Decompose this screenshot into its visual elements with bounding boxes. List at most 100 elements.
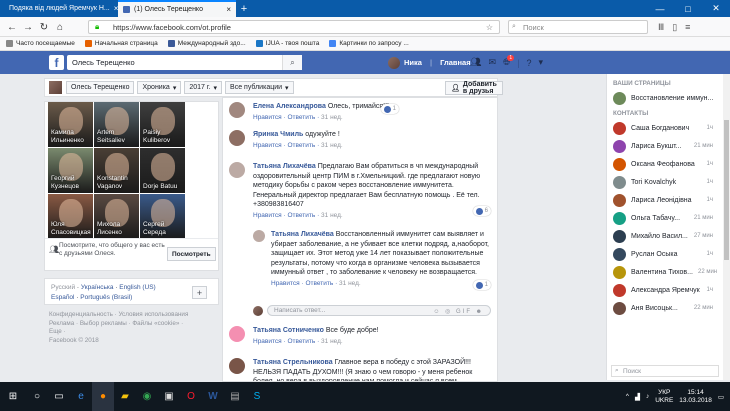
library-icon[interactable]: Ⅲ: [658, 22, 664, 33]
avatar[interactable]: [253, 230, 265, 242]
comment-author[interactable]: Татьяна Лихачёва: [253, 163, 316, 170]
file-explorer-icon[interactable]: ▰: [114, 382, 136, 411]
filter-dropdown[interactable]: Все публикации ▾: [225, 81, 294, 94]
friend-tile[interactable]: Михола Лисенко: [94, 194, 139, 239]
address-bar[interactable]: 🔒︎ https://www.facebook.com/ot.profile ☆: [88, 20, 500, 34]
friend-tile[interactable]: Камила Ильиненко: [48, 102, 93, 147]
scrollbar-thumb[interactable]: [724, 120, 729, 260]
account-menu-icon[interactable]: ▾: [539, 57, 544, 68]
skype-icon[interactable]: S: [246, 382, 268, 411]
timeline-dropdown[interactable]: Хроника ▾: [137, 81, 182, 94]
contact-item[interactable]: Tori Kovalchyk 1ч: [607, 173, 723, 191]
add-language-button[interactable]: +: [192, 286, 207, 299]
back-icon[interactable]: ←: [4, 17, 20, 37]
minimize-icon[interactable]: —: [646, 0, 674, 17]
search-icon[interactable]: ⌕: [282, 55, 302, 70]
firefox-icon[interactable]: ●: [92, 382, 114, 411]
chrome-icon[interactable]: ◉: [136, 382, 158, 411]
comment-author[interactable]: Татьяна Лихачёва: [271, 231, 334, 238]
volume-icon[interactable]: ♪: [646, 393, 649, 400]
reply-link[interactable]: Ответить: [287, 338, 315, 345]
like-link[interactable]: Нравится: [253, 114, 282, 121]
bookmark-star-icon[interactable]: ☆: [486, 23, 493, 32]
emoji-photo-gif-icons[interactable]: ☺ ◎ GIF ☻: [433, 308, 484, 315]
reply-link[interactable]: Ответить: [305, 280, 333, 287]
tray-arrow-icon[interactable]: ^: [626, 393, 629, 400]
like-link[interactable]: Нравится: [271, 280, 300, 287]
comment-author[interactable]: Яринка Чмиль: [253, 131, 303, 138]
home-icon[interactable]: ⌂: [52, 17, 68, 37]
friend-tile[interactable]: Юля Спасовицкая: [48, 194, 93, 239]
contact-item[interactable]: Оксана Феофанова 1ч: [607, 155, 723, 173]
search-icon[interactable]: ○: [26, 382, 48, 411]
comment-author[interactable]: Татьяна Стрельникова: [253, 359, 333, 366]
facebook-logo-icon[interactable]: f: [49, 55, 64, 70]
comment-author[interactable]: Елена Александрова: [253, 103, 326, 110]
contact-item[interactable]: Михайло Васил... 27 мин: [607, 227, 723, 245]
see-common-button[interactable]: Посмотреть: [167, 247, 216, 261]
store-icon[interactable]: ▣: [158, 382, 180, 411]
friend-tile[interactable]: Георгий Кузнецов: [48, 148, 93, 193]
profile-avatar[interactable]: [49, 81, 62, 94]
reaction-count[interactable]: 6: [472, 206, 491, 216]
notifications-icon[interactable]: 🌐︎ 1: [503, 55, 515, 68]
browser-tab-1[interactable]: Подяка від людей Яремчук Н... ×: [0, 0, 118, 17]
like-link[interactable]: Нравится: [253, 212, 282, 219]
user-profile-link[interactable]: Ника | Главная: [388, 55, 471, 70]
photos-icon[interactable]: ▤: [224, 382, 246, 411]
avatar[interactable]: [229, 102, 245, 118]
word-icon[interactable]: W: [202, 382, 224, 411]
opera-icon[interactable]: O: [180, 382, 202, 411]
reply-link[interactable]: Ответить: [287, 114, 315, 121]
friend-tile[interactable]: Сергей Середа: [140, 194, 185, 239]
comment-author[interactable]: Татьяна Сотниченко: [253, 327, 324, 334]
messenger-icon[interactable]: ✉︎: [488, 57, 496, 68]
contact-item[interactable]: Валентина Тихов... 22 мин: [607, 263, 723, 281]
like-link[interactable]: Нравится: [253, 338, 282, 345]
browser-search-input[interactable]: ⌕ Поиск: [508, 20, 648, 34]
language-link[interactable]: Español: [51, 294, 75, 301]
help-icon[interactable]: ?: [527, 58, 532, 68]
language-link[interactable]: English (US): [119, 284, 155, 291]
reply-input[interactable]: Написать ответ... ☺ ◎ GIF ☻: [267, 305, 491, 316]
contact-item[interactable]: Аня Висоцьк... 22 мин: [607, 299, 723, 317]
contact-item[interactable]: Саша Богданович 1ч: [607, 119, 723, 137]
add-friend-button[interactable]: 👤︎ Добавить в друзья: [445, 81, 503, 95]
footer-line[interactable]: Конфиденциальность · Условия использован…: [49, 311, 219, 320]
windows-start-icon[interactable]: ⊞: [0, 382, 26, 411]
reaction-count[interactable]: 1: [380, 104, 399, 114]
reply-link[interactable]: Ответить: [287, 142, 315, 149]
reload-icon[interactable]: ↻: [36, 17, 52, 37]
friend-tile[interactable]: Konstantin Vaganov: [94, 148, 139, 193]
footer-line[interactable]: Еще ·: [49, 328, 219, 337]
avatar[interactable]: [229, 358, 245, 374]
reaction-count[interactable]: 1: [472, 280, 491, 290]
contact-item[interactable]: Лариса Леонідівна 1ч: [607, 191, 723, 209]
reply-link[interactable]: Ответить: [287, 212, 315, 219]
close-window-icon[interactable]: ✕: [702, 0, 730, 17]
chat-search-input[interactable]: ⌕Поиск⚙: [611, 365, 719, 377]
contact-item[interactable]: Руслан Осыка 1ч: [607, 245, 723, 263]
home-link[interactable]: Главная: [440, 58, 471, 67]
bookmark-item[interactable]: Начальная страница: [84, 40, 158, 47]
notifications-icon[interactable]: ▭: [718, 393, 724, 401]
edge-icon[interactable]: e: [70, 382, 92, 411]
new-tab-icon[interactable]: +: [236, 0, 252, 17]
contact-item[interactable]: Ольга Табачу... 21 мин: [607, 209, 723, 227]
avatar[interactable]: [229, 130, 245, 146]
task-view-icon[interactable]: ▭: [48, 382, 70, 411]
maximize-icon[interactable]: □: [674, 0, 702, 17]
page-item[interactable]: Восстановление иммун...: [607, 89, 723, 107]
year-dropdown[interactable]: 2017 г. ▾: [184, 81, 223, 94]
forward-icon[interactable]: →: [20, 17, 36, 37]
profile-name-link[interactable]: Олесь Терещенко: [66, 81, 135, 94]
friend-tile[interactable]: Paisiy Kuliberov: [140, 102, 185, 147]
bookmark-item[interactable]: Часто посещаемые: [6, 40, 75, 47]
footer-line[interactable]: Реклама · Выбор рекламы · Файлы «cookie»…: [49, 320, 219, 329]
friend-requests-icon[interactable]: 👥︎: [470, 57, 481, 68]
bookmark-item[interactable]: IJUA - твоя поштa: [255, 40, 319, 47]
menu-icon[interactable]: ≡: [685, 22, 690, 32]
language-link[interactable]: Português (Brasil): [80, 294, 132, 301]
contact-item[interactable]: Лариса Букшт... 21 мин: [607, 137, 723, 155]
browser-tab-2[interactable]: (1) Олесь Терещенко ×: [118, 0, 236, 17]
